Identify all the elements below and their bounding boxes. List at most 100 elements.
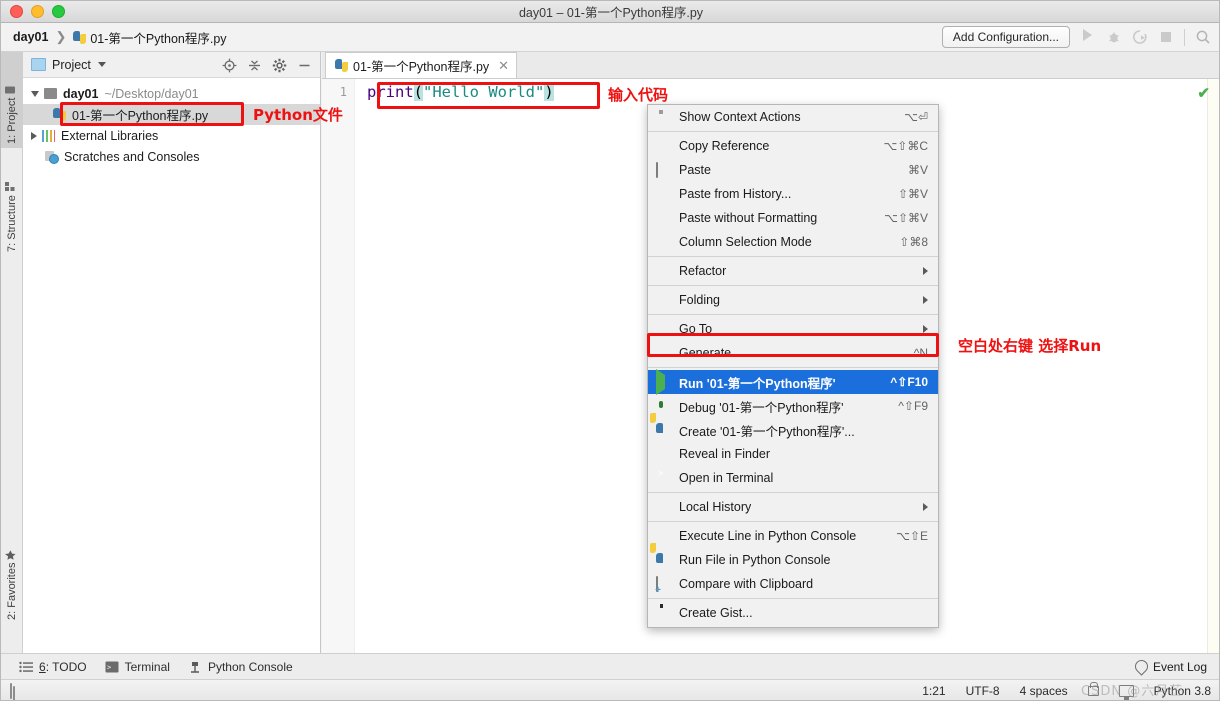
breadcrumb-file[interactable]: 01-第一个Python程序.py [90,28,226,47]
annotation-label-code: 输入代码 [608,86,669,104]
close-window-button[interactable] [10,5,23,18]
bottom-item-python-console[interactable]: Python Console [188,660,293,674]
menu-item-show-context-actions[interactable]: Show Context Actions ⌥⏎ [648,105,938,129]
menu-label: Create '01-第一个Python程序'... [679,424,855,439]
menu-label: Open in Terminal [679,471,774,485]
project-window-icon [31,58,46,71]
file-encoding[interactable]: UTF-8 [966,684,1000,698]
sidebar-item-favorites[interactable]: 2: Favorites [1,512,23,624]
menu-item-paste-from-history[interactable]: Paste from History... ⇧⌘V [648,182,938,206]
window-controls[interactable] [10,5,65,18]
menu-item-run-file-in-python-console[interactable]: Run File in Python Console [648,548,938,572]
menu-item-create-gist[interactable]: Create Gist... [648,601,938,625]
bottom-item-terminal[interactable]: > Terminal [105,660,170,674]
terminal-icon: > [105,661,119,673]
locate-icon[interactable] [222,58,237,72]
folder-icon [44,88,57,99]
sidebar-item-structure-label: 7: Structure [6,195,18,252]
chevron-down-icon[interactable] [97,62,106,67]
run-icon[interactable] [1080,29,1096,45]
chevron-right-icon[interactable] [31,131,37,140]
editor-marker-bar[interactable] [1207,79,1219,653]
code-line-1[interactable]: print("Hello World") [356,83,1219,105]
minimize-window-button[interactable] [31,5,44,18]
menu-shortcut: ⇧⌘8 [899,235,928,249]
menu-label: Local History [679,500,752,514]
menu-item-run[interactable]: Run '01-第一个Python程序' ^⇧F10 [648,368,938,395]
tree-label-scratches: Scratches and Consoles [64,149,200,164]
python-file-icon [53,108,66,121]
debug-icon[interactable] [1106,29,1122,45]
menu-shortcut: ⇧⌘V [897,187,928,201]
caret-position[interactable]: 1:21 [922,684,945,698]
collapse-all-icon[interactable] [247,58,261,72]
blank-icon [656,139,672,154]
bottom-item-todo[interactable]: 6: TODO [19,660,87,674]
menu-separator [648,521,938,522]
menu-item-folding[interactable]: Folding [648,288,938,312]
screen-icon[interactable] [1118,685,1134,700]
python-file-icon [335,59,348,72]
search-icon[interactable] [1195,29,1211,45]
close-tab-icon[interactable]: ✕ [498,58,509,74]
annotation-label-run: 空白处右键 选择Run [958,337,1102,355]
pycharm-window: day01 – 01-第一个Python程序.py day01 ❯ 01-第一个… [0,0,1220,701]
menu-item-open-in-terminal[interactable]: Open in Terminal [648,466,938,490]
settings-gear-icon[interactable] [272,58,287,72]
tree-row-scratches[interactable]: Scratches and Consoles [23,146,320,167]
event-log-icon [1132,657,1151,676]
status-bar-right: 1:21 UTF-8 4 spaces Python 3.8 [922,682,1211,700]
blank-icon [656,346,672,361]
menu-item-execute-line-in-python-console[interactable]: Execute Line in Python Console ⌥⇧E [648,524,938,548]
svg-text:>: > [107,663,111,671]
menu-label: Paste without Formatting [679,211,818,225]
toggle-tool-windows-button[interactable] [10,683,12,699]
menu-item-reveal-in-finder[interactable]: Reveal in Finder [648,442,938,466]
lock-icon[interactable] [1087,682,1099,696]
editor-tab-python-file[interactable]: 01-第一个Python程序.py ✕ [325,52,518,78]
menu-item-create-config[interactable]: Create '01-第一个Python程序'... [648,418,938,442]
python-interpreter[interactable]: Python 3.8 [1154,684,1211,698]
menu-item-paste[interactable]: Paste ⌘V [648,158,938,182]
editor-gutter[interactable]: 1 [322,79,355,653]
menu-item-column-selection-mode[interactable]: Column Selection Mode ⇧⌘8 [648,230,938,254]
tree-label-python-file: 01-第一个Python程序.py [72,109,209,123]
bottom-item-todo-num: 6 [39,659,46,674]
sidebar-item-project[interactable]: 1: Project [1,52,23,148]
breadcrumb-project[interactable]: day01 [13,30,48,44]
menu-label: Run File in Python Console [679,553,831,567]
chevron-down-icon[interactable] [31,90,39,97]
menu-item-generate[interactable]: Generate... ^N [648,341,938,365]
bottom-item-terminal-label: Terminal [124,659,170,674]
menu-item-compare-with-clipboard[interactable]: Compare with Clipboard [648,572,938,596]
menu-item-copy-reference[interactable]: Copy Reference ⌥⇧⌘C [648,134,938,158]
indent-setting[interactable]: 4 spaces [1020,684,1068,698]
code-token-string: "Hello World" [423,83,545,101]
submenu-arrow-icon [923,296,928,304]
hide-panel-icon[interactable] [297,58,311,72]
sidebar-item-project-label: 1: Project [6,97,18,144]
maximize-window-button[interactable] [52,5,65,18]
tree-row-day01[interactable]: day01 ~/Desktop/day01 [23,83,320,104]
menu-item-paste-without-formatting[interactable]: Paste without Formatting ⌥⇧⌘V [648,206,938,230]
debug-bug-icon [656,399,672,414]
menu-item-debug[interactable]: Debug '01-第一个Python程序' ^⇧F9 [648,394,938,418]
run-with-coverage-icon[interactable] [1132,29,1148,45]
menu-label: Folding [679,293,720,307]
menu-separator [648,285,938,286]
star-icon [5,549,17,560]
event-log-button[interactable]: Event Log [1132,657,1207,676]
sidebar-item-structure[interactable]: 7: Structure [1,144,23,256]
menu-item-refactor[interactable]: Refactor [648,259,938,283]
tree-row-external-libraries[interactable]: External Libraries [23,125,320,146]
stop-icon[interactable] [1158,29,1174,45]
menu-item-local-history[interactable]: Local History [648,495,938,519]
add-configuration-button[interactable]: Add Configuration... [941,26,1070,48]
blank-icon [656,529,672,544]
inspection-status-icon[interactable]: ✔ [1197,84,1210,102]
menu-separator [648,492,938,493]
project-panel-header: Project [23,52,320,78]
annotation-label-python-file: Python文件 [253,106,343,124]
menu-item-go-to[interactable]: Go To [648,317,938,341]
python-file-icon [73,30,87,44]
